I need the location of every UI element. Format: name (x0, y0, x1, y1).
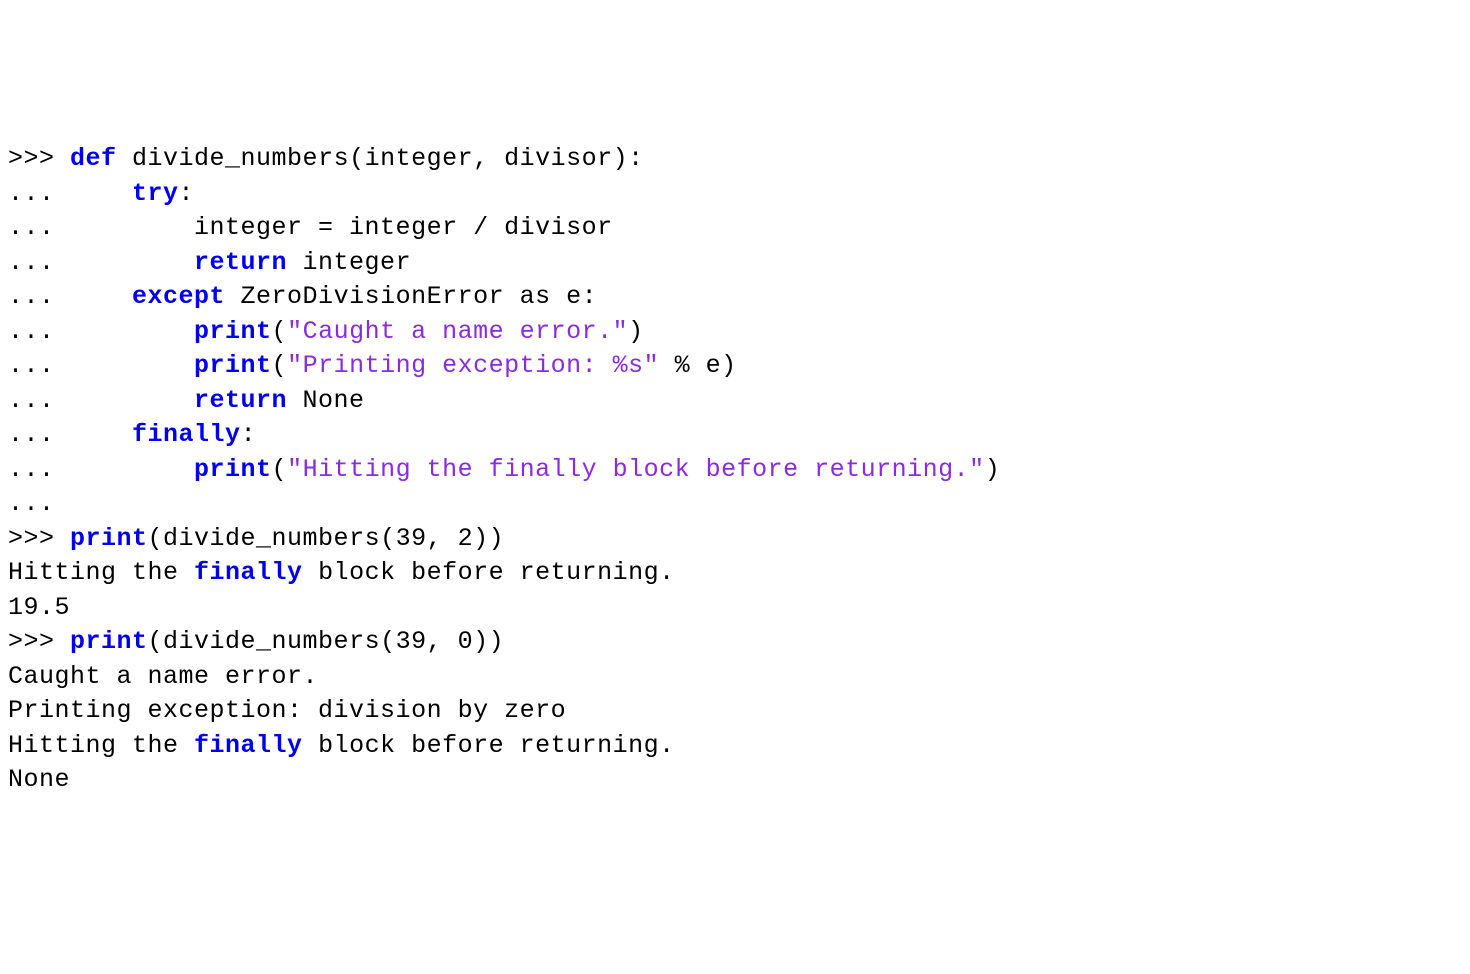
code-line: >>> print(divide_numbers(39, 0)) (8, 625, 1462, 660)
code-line: Printing exception: division by zero (8, 694, 1462, 729)
code-token: ... (8, 455, 194, 484)
code-token: (divide_numbers(39, 2)) (148, 524, 505, 553)
code-token: ... integer = integer / divisor (8, 213, 613, 242)
code-token: ... (8, 179, 132, 208)
code-line: Hitting the finally block before returni… (8, 556, 1462, 591)
code-token: "Printing exception: %s" (287, 351, 659, 380)
code-token: try (132, 179, 179, 208)
code-token: ZeroDivisionError as e: (225, 282, 597, 311)
code-token: def (70, 144, 117, 173)
code-token: >>> (8, 144, 70, 173)
code-token: (divide_numbers(39, 0)) (148, 627, 505, 656)
code-token: block before returning. (303, 558, 675, 587)
code-token: ... (8, 317, 194, 346)
code-line: >>> print(divide_numbers(39, 2)) (8, 522, 1462, 557)
code-line: ... print("Printing exception: %s" % e) (8, 349, 1462, 384)
code-line: ... print("Hitting the finally block bef… (8, 453, 1462, 488)
code-token: print (194, 351, 272, 380)
code-line: ... finally: (8, 418, 1462, 453)
code-token: return (194, 386, 287, 415)
code-line: ... return None (8, 384, 1462, 419)
code-token: Hitting the (8, 558, 194, 587)
code-line: Hitting the finally block before returni… (8, 729, 1462, 764)
code-token: None (8, 765, 70, 794)
code-token: print (194, 455, 272, 484)
code-line: >>> def divide_numbers(integer, divisor)… (8, 142, 1462, 177)
code-token: ... (8, 489, 55, 518)
code-token: divide_numbers(integer, divisor): (117, 144, 644, 173)
code-token: : (241, 420, 257, 449)
code-token: 19.5 (8, 593, 70, 622)
code-token: block before returning. (303, 731, 675, 760)
code-token: >>> (8, 627, 70, 656)
code-token: "Caught a name error." (287, 317, 628, 346)
code-token: % e) (659, 351, 737, 380)
code-token: >>> (8, 524, 70, 553)
code-token: : (179, 179, 195, 208)
code-token: ( (272, 455, 288, 484)
code-token: except (132, 282, 225, 311)
code-token: ... (8, 386, 194, 415)
code-token: None (287, 386, 365, 415)
code-line: ... try: (8, 177, 1462, 212)
code-line: None (8, 763, 1462, 798)
code-token: print (70, 524, 148, 553)
code-token: ... (8, 351, 194, 380)
code-token: finally (194, 558, 303, 587)
code-line: 19.5 (8, 591, 1462, 626)
code-token: ... (8, 420, 132, 449)
code-token: ... (8, 282, 132, 311)
code-token: ) (628, 317, 644, 346)
code-token: ) (985, 455, 1001, 484)
code-token: Printing exception: division by zero (8, 696, 566, 725)
code-token: "Hitting the finally block before return… (287, 455, 985, 484)
code-token: Caught a name error. (8, 662, 318, 691)
code-token: integer (287, 248, 411, 277)
code-line: ... print("Caught a name error.") (8, 315, 1462, 350)
code-token: return (194, 248, 287, 277)
code-token: ( (272, 317, 288, 346)
code-line: ... integer = integer / divisor (8, 211, 1462, 246)
code-token: finally (194, 731, 303, 760)
code-token: print (194, 317, 272, 346)
code-token: finally (132, 420, 241, 449)
code-line: ... except ZeroDivisionError as e: (8, 280, 1462, 315)
code-token: print (70, 627, 148, 656)
code-block: >>> def divide_numbers(integer, divisor)… (8, 142, 1462, 798)
code-token: Hitting the (8, 731, 194, 760)
code-token: ... (8, 248, 194, 277)
code-line: Caught a name error. (8, 660, 1462, 695)
code-line: ... (8, 487, 1462, 522)
code-line: ... return integer (8, 246, 1462, 281)
code-token: ( (272, 351, 288, 380)
